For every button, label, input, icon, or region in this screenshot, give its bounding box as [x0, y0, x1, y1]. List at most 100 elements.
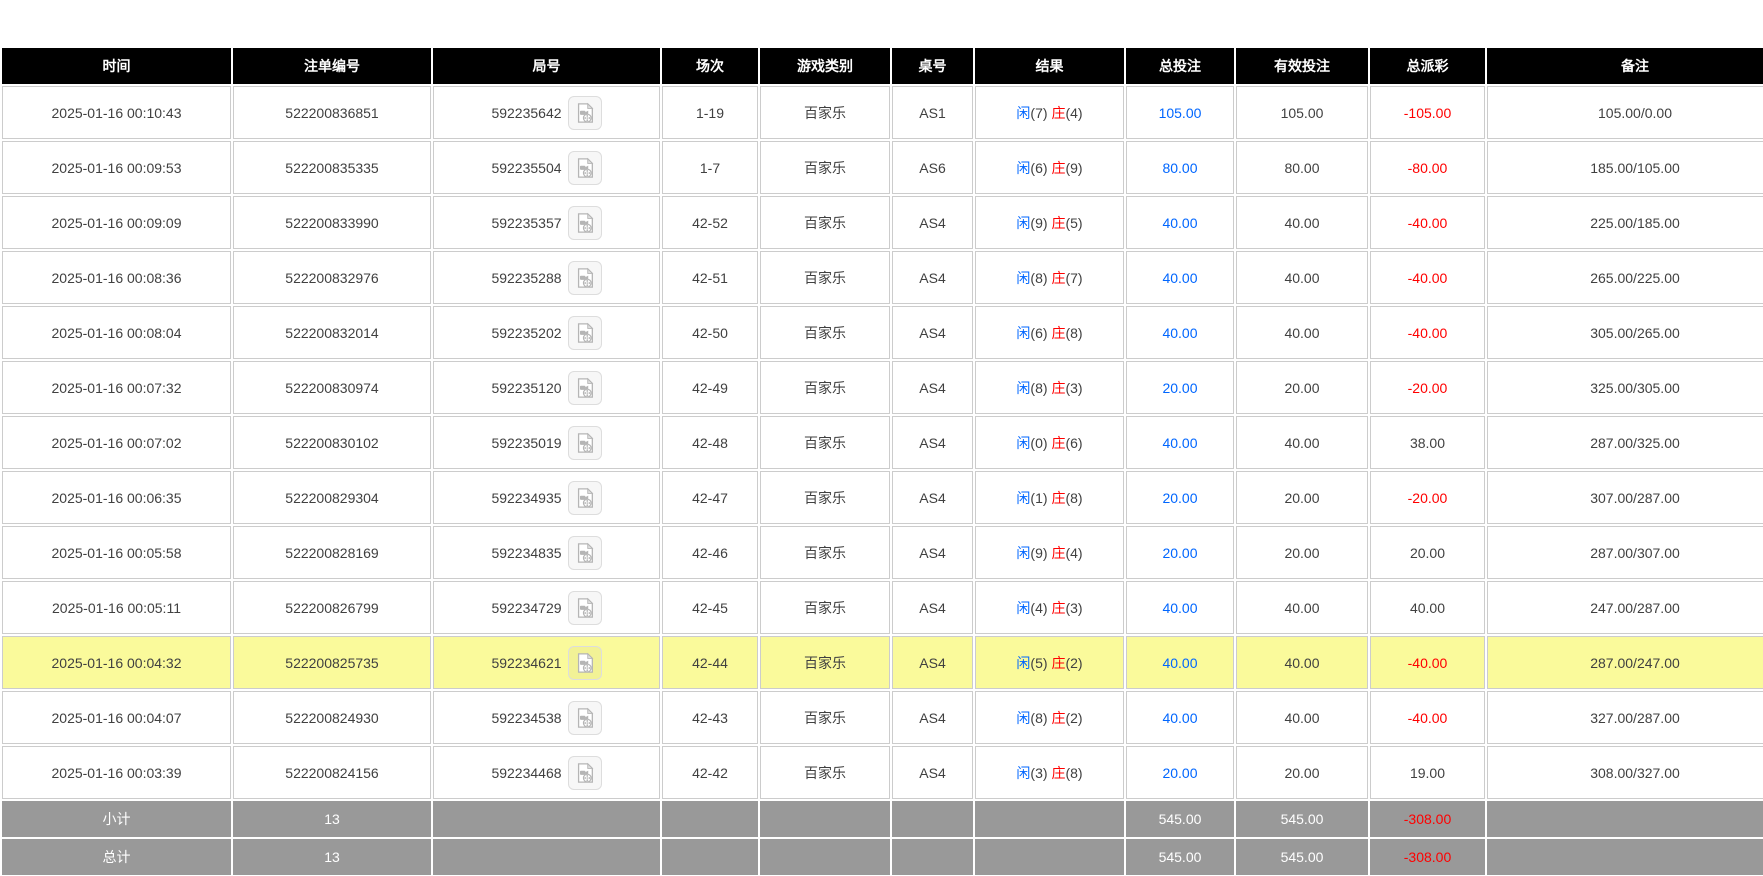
bet-time-cell: 2025-01-16 00:10:43	[2, 86, 231, 139]
payout-value: -40.00	[1408, 270, 1448, 286]
total-bet-link[interactable]: 40.00	[1162, 710, 1197, 726]
result-banker-score: (6)	[1065, 435, 1082, 451]
video-replay-icon	[574, 652, 596, 674]
footer-empty-cell	[760, 801, 890, 837]
video-replay-button[interactable]	[568, 371, 602, 405]
valid-bet-cell: 20.00	[1236, 526, 1368, 579]
result-cell: 闲(3) 庄(8)	[975, 746, 1124, 799]
session: 42-44	[692, 655, 728, 671]
session-cell: 42-45	[662, 581, 758, 634]
table-number-cell: AS4	[892, 691, 973, 744]
remark-cell: 247.00/287.00	[1487, 581, 1763, 634]
footer-total-bet: 545.00	[1159, 811, 1202, 827]
bet-number-cell: 522200825735	[233, 636, 431, 689]
bet-time: 2025-01-16 00:09:53	[52, 160, 182, 176]
video-replay-button[interactable]	[568, 536, 602, 570]
bet-time-cell: 2025-01-16 00:09:53	[2, 141, 231, 194]
remark: 305.00/265.00	[1590, 325, 1680, 341]
video-replay-button[interactable]	[568, 481, 602, 515]
footer-label-cell: 总计	[2, 839, 231, 875]
total-bet-link[interactable]: 40.00	[1162, 270, 1197, 286]
footer-empty-cell	[975, 801, 1124, 837]
bet-number-cell: 522200828169	[233, 526, 431, 579]
round-number-cell: 592234538	[433, 691, 660, 744]
result-banker-score: (2)	[1065, 655, 1082, 671]
video-replay-button[interactable]	[568, 96, 602, 130]
result-banker-score: (2)	[1065, 710, 1082, 726]
total-bet-link[interactable]: 20.00	[1162, 545, 1197, 561]
total-bet-link[interactable]: 20.00	[1162, 765, 1197, 781]
video-replay-button[interactable]	[568, 646, 602, 680]
video-replay-button[interactable]	[568, 206, 602, 240]
footer-label: 小计	[103, 811, 131, 827]
column-header-remark: 备注	[1487, 48, 1763, 84]
total-bet-link[interactable]: 20.00	[1162, 490, 1197, 506]
bet-number-cell: 522200830102	[233, 416, 431, 469]
payout-value: -40.00	[1408, 655, 1448, 671]
video-replay-icon	[574, 487, 596, 509]
result-banker-label: 庄	[1051, 215, 1065, 231]
round-number: 592235202	[491, 325, 561, 341]
video-replay-button[interactable]	[568, 426, 602, 460]
result-player-label: 闲	[1016, 270, 1030, 286]
bet-time: 2025-01-16 00:04:32	[52, 655, 182, 671]
remark: 308.00/327.00	[1590, 765, 1680, 781]
video-replay-button[interactable]	[568, 591, 602, 625]
result-player-label: 闲	[1016, 105, 1030, 121]
total-bet-link[interactable]: 105.00	[1159, 105, 1202, 121]
result-cell: 闲(6) 庄(8)	[975, 306, 1124, 359]
bet-number-cell: 522200826799	[233, 581, 431, 634]
game-type-cell: 百家乐	[760, 251, 890, 304]
table-number: AS4	[919, 710, 945, 726]
total-bet-link[interactable]: 40.00	[1162, 215, 1197, 231]
result-banker-score: (3)	[1065, 380, 1082, 396]
payout-cell: -40.00	[1370, 251, 1485, 304]
video-replay-icon	[574, 597, 596, 619]
table-number: AS4	[919, 325, 945, 341]
total-bet-link[interactable]: 80.00	[1162, 160, 1197, 176]
total-bet-link[interactable]: 40.00	[1162, 325, 1197, 341]
result-cell: 闲(7) 庄(4)	[975, 86, 1124, 139]
video-replay-button[interactable]	[568, 316, 602, 350]
round-number: 592234538	[491, 710, 561, 726]
bet-time: 2025-01-16 00:05:58	[52, 545, 182, 561]
video-replay-icon	[574, 542, 596, 564]
session-cell: 42-52	[662, 196, 758, 249]
table-number: AS6	[919, 160, 945, 176]
result-banker-score: (9)	[1065, 160, 1082, 176]
total-bet-link[interactable]: 40.00	[1162, 600, 1197, 616]
session-cell: 42-48	[662, 416, 758, 469]
result-banker-label: 庄	[1051, 380, 1065, 396]
payout-cell: -40.00	[1370, 636, 1485, 689]
video-replay-button[interactable]	[568, 701, 602, 735]
total-bet-link[interactable]: 20.00	[1162, 380, 1197, 396]
valid-bet-cell: 20.00	[1236, 746, 1368, 799]
session-cell: 42-50	[662, 306, 758, 359]
result-banker-label: 庄	[1051, 710, 1065, 726]
bet-time-cell: 2025-01-16 00:04:32	[2, 636, 231, 689]
payout-cell: 20.00	[1370, 526, 1485, 579]
session-cell: 1-19	[662, 86, 758, 139]
round-number-cell: 592234835	[433, 526, 660, 579]
payout-value: 38.00	[1410, 435, 1445, 451]
round-number-cell: 592235642	[433, 86, 660, 139]
session-cell: 42-44	[662, 636, 758, 689]
game-type: 百家乐	[804, 325, 846, 341]
total-bet-link[interactable]: 40.00	[1162, 435, 1197, 451]
bet-time-cell: 2025-01-16 00:03:39	[2, 746, 231, 799]
result-banker-label: 庄	[1051, 160, 1065, 176]
bet-number: 522200825735	[285, 655, 378, 671]
session: 42-45	[692, 600, 728, 616]
table-number: AS4	[919, 765, 945, 781]
round-number: 592235642	[491, 105, 561, 121]
video-replay-button[interactable]	[568, 261, 602, 295]
remark: 105.00/0.00	[1598, 105, 1672, 121]
column-header-table-no: 桌号	[892, 48, 973, 84]
total-bet-link[interactable]: 40.00	[1162, 655, 1197, 671]
video-replay-button[interactable]	[568, 756, 602, 790]
footer-empty-cell	[433, 839, 660, 875]
result-cell: 闲(8) 庄(2)	[975, 691, 1124, 744]
video-replay-button[interactable]	[568, 151, 602, 185]
bet-number: 522200824156	[285, 765, 378, 781]
game-type-cell: 百家乐	[760, 636, 890, 689]
